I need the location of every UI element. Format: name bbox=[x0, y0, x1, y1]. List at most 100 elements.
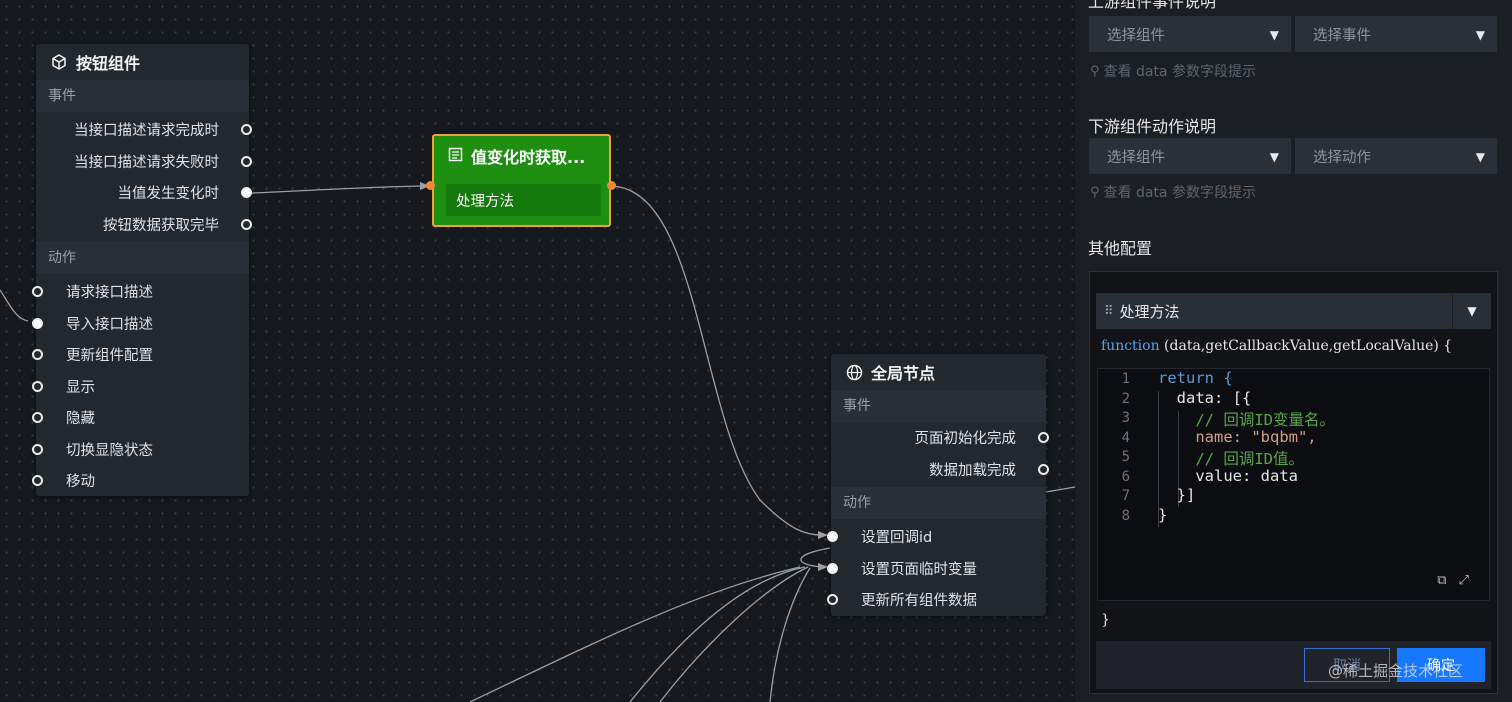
upstream-component-select[interactable]: 选择组件 ▼ bbox=[1089, 16, 1291, 52]
event-row[interactable]: 页面初始化完成 bbox=[831, 422, 1049, 454]
action-row[interactable]: 设置页面临时变量 bbox=[827, 553, 1046, 585]
events-section-label: 事件 bbox=[36, 80, 249, 112]
action-label: 请求接口描述 bbox=[66, 285, 153, 302]
handler-input-port[interactable] bbox=[426, 181, 435, 190]
event-label: 当值发生变化时 bbox=[117, 186, 220, 203]
function-close-brace: } bbox=[1101, 612, 1110, 628]
edge-incoming-3 bbox=[659, 566, 809, 702]
global-node-title: 全局节点 bbox=[871, 364, 936, 383]
watermark: @稀土掘金技术社区 bbox=[1328, 662, 1464, 680]
edge-incoming-4 bbox=[769, 567, 811, 702]
code-line: value: data bbox=[1158, 467, 1298, 485]
event-row[interactable]: 当接口描述请求完成时 bbox=[36, 114, 252, 146]
actions-section-label: 动作 bbox=[831, 487, 1046, 519]
line-number: 6 bbox=[1121, 469, 1130, 485]
event-label: 按钮数据获取完毕 bbox=[103, 217, 219, 234]
input-port[interactable] bbox=[32, 380, 43, 392]
fullscreen-icon[interactable]: ⤢ bbox=[1459, 573, 1469, 588]
line-number: 3 bbox=[1121, 410, 1130, 426]
edge-value-change-to-handler bbox=[251, 185, 421, 194]
output-port[interactable] bbox=[1038, 463, 1049, 475]
action-row[interactable]: 显示 bbox=[32, 371, 249, 403]
input-port[interactable] bbox=[827, 594, 838, 606]
input-port[interactable] bbox=[32, 412, 43, 424]
action-row[interactable]: 隐藏 bbox=[32, 402, 249, 434]
code-line: name: "bqbm", bbox=[1158, 428, 1317, 446]
handler-node[interactable]: 值变化时获取... 处理方法 bbox=[432, 134, 611, 227]
downstream-data-hint[interactable]: ⚲ 查看 data 参数字段提示 bbox=[1090, 182, 1256, 202]
action-row[interactable]: 切换显隐状态 bbox=[32, 434, 249, 466]
action-row[interactable]: 导入接口描述 bbox=[32, 308, 249, 340]
copy-icon[interactable]: ⧉ bbox=[1437, 573, 1446, 588]
line-number: 5 bbox=[1121, 449, 1130, 465]
chevron-down-icon[interactable]: ▼ bbox=[1452, 293, 1491, 329]
action-label: 更新所有组件数据 bbox=[861, 593, 977, 610]
node-title: 全局节点 bbox=[831, 354, 1046, 390]
handler-node-header: 值变化时获取... bbox=[434, 136, 609, 176]
input-port[interactable] bbox=[827, 531, 838, 543]
event-row[interactable]: 当接口描述请求失败时 bbox=[36, 146, 252, 178]
hint-text: 查看 data 参数字段提示 bbox=[1103, 185, 1256, 201]
event-row[interactable]: 当值发生变化时 bbox=[36, 177, 252, 209]
output-port[interactable] bbox=[241, 218, 252, 230]
output-port[interactable] bbox=[241, 155, 252, 167]
handler-output-port[interactable] bbox=[607, 181, 616, 190]
code-line: }] bbox=[1158, 486, 1196, 504]
upstream-section-title: 上游组件事件说明 bbox=[1088, 0, 1217, 11]
edge-dataload-out bbox=[1045, 486, 1075, 493]
input-port[interactable] bbox=[32, 286, 43, 298]
chevron-down-icon: ▼ bbox=[1475, 150, 1485, 164]
other-config-title: 其他配置 bbox=[1088, 239, 1153, 258]
action-label: 移动 bbox=[66, 474, 95, 491]
action-label: 显示 bbox=[66, 379, 95, 396]
code-editor[interactable]: 1 2 3 4 5 6 7 8 return { data: [{ // 回调I… bbox=[1097, 368, 1490, 601]
action-row[interactable]: 更新组件配置 bbox=[32, 339, 249, 371]
global-node[interactable]: 全局节点 事件 页面初始化完成 数据加载完成 动作 设置回调id 设置页面临时变… bbox=[827, 354, 1049, 616]
cube-icon bbox=[50, 53, 68, 71]
drag-handle-icon[interactable]: ⠿ bbox=[1104, 304, 1114, 319]
action-label: 设置页面临时变量 bbox=[861, 561, 977, 578]
line-number: 4 bbox=[1121, 430, 1130, 446]
action-label: 设置回调id bbox=[861, 530, 933, 547]
action-row[interactable]: 移动 bbox=[32, 465, 249, 497]
input-port[interactable] bbox=[827, 562, 838, 574]
upstream-event-select[interactable]: 选择事件 ▼ bbox=[1295, 16, 1497, 52]
line-number: 7 bbox=[1121, 488, 1130, 504]
button-component-node[interactable]: 按钮组件 事件 当接口描述请求完成时 当接口描述请求失败时 当值发生变化时 按钮… bbox=[32, 44, 252, 497]
edge-incoming-2 bbox=[629, 566, 806, 702]
event-row[interactable]: 按钮数据获取完毕 bbox=[36, 209, 252, 241]
select-value: 选择动作 bbox=[1313, 149, 1371, 166]
events-section-label: 事件 bbox=[831, 390, 1046, 422]
edge-handler-to-set-callback bbox=[611, 185, 823, 536]
event-row[interactable]: 数据加载完成 bbox=[831, 454, 1049, 486]
handler-method-item[interactable]: 处理方法 bbox=[446, 184, 601, 216]
upstream-data-hint[interactable]: ⚲ 查看 data 参数字段提示 bbox=[1090, 61, 1256, 81]
chevron-down-icon: ▼ bbox=[1475, 28, 1485, 42]
line-number: 2 bbox=[1121, 391, 1130, 407]
downstream-component-select[interactable]: 选择组件 ▼ bbox=[1089, 138, 1291, 174]
edge-incoming-1 bbox=[469, 566, 801, 702]
function-keyword: function bbox=[1101, 338, 1160, 354]
chevron-down-icon: ▼ bbox=[1269, 150, 1279, 164]
action-row[interactable]: 更新所有组件数据 bbox=[827, 584, 1046, 616]
editor-tools: ⧉ ⤢ bbox=[1437, 573, 1469, 588]
input-port[interactable] bbox=[32, 317, 43, 329]
select-value: 选择事件 bbox=[1313, 27, 1371, 44]
action-label: 隐藏 bbox=[66, 411, 95, 428]
input-port[interactable] bbox=[32, 443, 43, 455]
edge-loop bbox=[800, 547, 831, 568]
input-port[interactable] bbox=[32, 475, 43, 487]
event-label: 数据加载完成 bbox=[929, 462, 1016, 479]
input-port[interactable] bbox=[32, 349, 43, 361]
downstream-action-select[interactable]: 选择动作 ▼ bbox=[1295, 138, 1497, 174]
action-label: 更新组件配置 bbox=[66, 348, 153, 365]
search-icon: ⚲ bbox=[1090, 63, 1100, 79]
action-row[interactable]: 设置回调id bbox=[827, 521, 1046, 553]
button-node-title: 按钮组件 bbox=[76, 54, 141, 73]
flow-canvas[interactable]: 按钮组件 事件 当接口描述请求完成时 当接口描述请求失败时 当值发生变化时 按钮… bbox=[0, 0, 1075, 702]
event-label: 页面初始化完成 bbox=[914, 431, 1017, 448]
handler-editor-header[interactable]: ⠿ 处理方法 ▼ bbox=[1096, 293, 1491, 329]
action-row[interactable]: 请求接口描述 bbox=[32, 276, 249, 308]
handler-node-title: 值变化时获取... bbox=[471, 148, 586, 167]
line-number: 8 bbox=[1121, 508, 1130, 524]
